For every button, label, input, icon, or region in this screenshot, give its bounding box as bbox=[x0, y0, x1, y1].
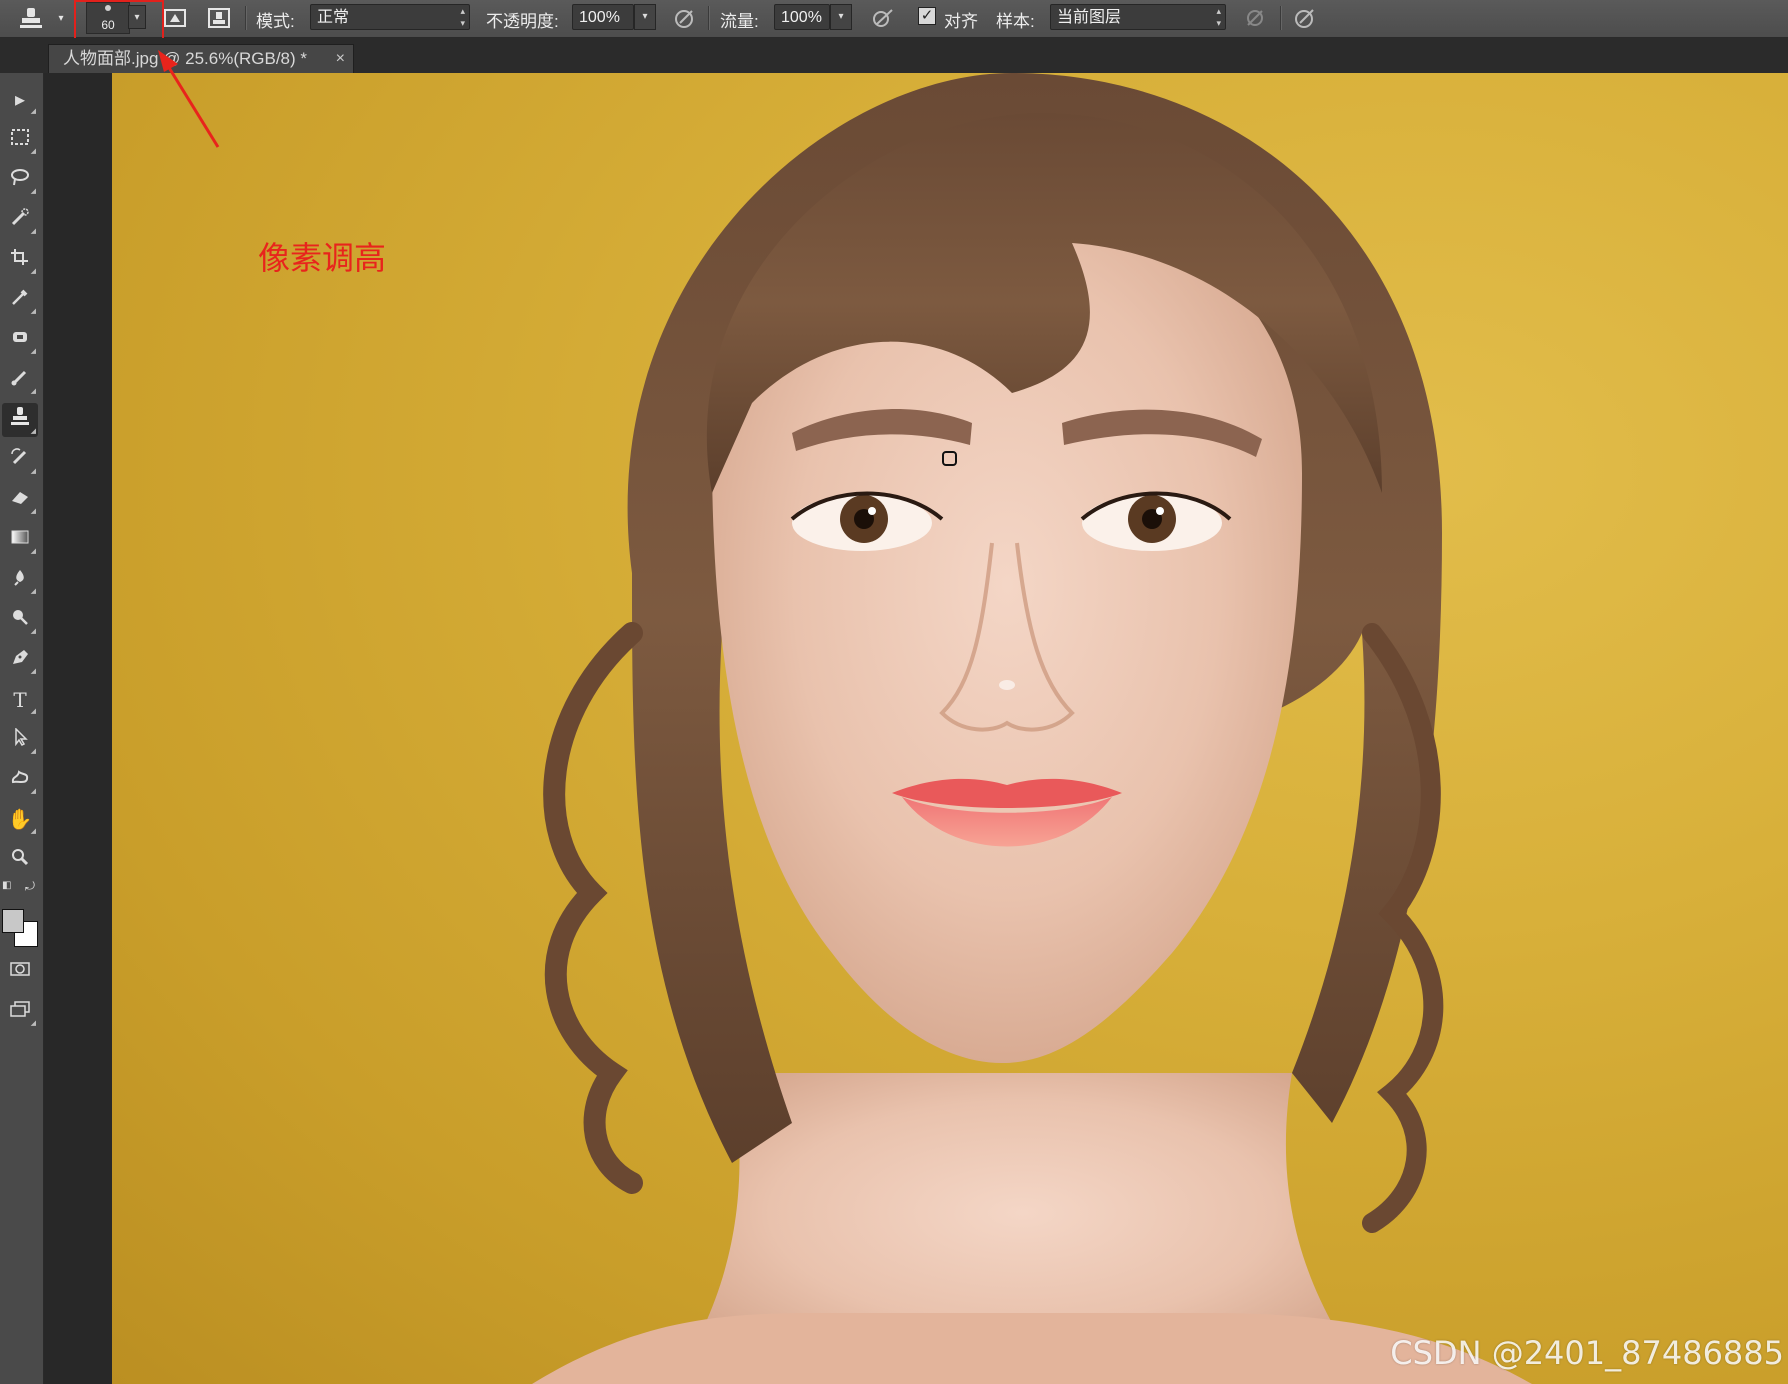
document-tab[interactable]: 人物面部.jpg @ 25.6%(RGB/8) * × bbox=[48, 44, 354, 73]
quick-selection-tool-icon[interactable]: ◢ bbox=[2, 203, 38, 237]
history-brush-tool-icon[interactable]: ◢ bbox=[2, 443, 38, 477]
mode-label: 模式: bbox=[256, 12, 295, 31]
sample-select-value: 当前图层 bbox=[1057, 9, 1122, 26]
gradient-tool-icon[interactable]: ◢ bbox=[2, 523, 38, 557]
lasso-tool-icon[interactable]: ◢ bbox=[2, 163, 38, 197]
path-selection-tool-icon[interactable]: ◢ bbox=[2, 723, 38, 757]
document-tab-title: 人物面部.jpg @ 25.6%(RGB/8) * bbox=[63, 49, 307, 68]
opacity-dropdown[interactable]: ▾ bbox=[634, 4, 656, 30]
select-arrows-icon: ▴ ▾ bbox=[1216, 6, 1221, 28]
mode-select[interactable]: 正常 ▴ ▾ bbox=[310, 4, 470, 30]
eyedropper-tool-icon[interactable]: ◢ bbox=[2, 283, 38, 317]
mode-select-value: 正常 bbox=[317, 9, 350, 26]
annotation-label: 像素调高 bbox=[258, 239, 387, 277]
opacity-label: 不透明度: bbox=[486, 12, 559, 31]
divider bbox=[1280, 6, 1282, 30]
ignore-adjustment-layers-icon[interactable] bbox=[1242, 6, 1268, 30]
dodge-tool-icon[interactable]: ◢ bbox=[2, 603, 38, 637]
brush-cursor-icon bbox=[942, 451, 957, 466]
foreground-color-swatch[interactable] bbox=[2, 909, 24, 933]
canvas-pasteboard bbox=[44, 73, 112, 1384]
close-icon[interactable]: × bbox=[336, 45, 345, 72]
options-bar: ▾ 60 ▾ 模式: 正常 ▴ ▾ 不透明度: 100% ▾ 流量: 100% ▾… bbox=[0, 0, 1788, 50]
swap-colors-icon[interactable]: ⤾ bbox=[20, 877, 40, 895]
divider bbox=[708, 6, 710, 30]
pressure-size-icon[interactable] bbox=[1292, 6, 1318, 30]
marquee-tool-icon[interactable]: ◢ bbox=[2, 123, 38, 157]
blur-tool-icon[interactable]: ◢ bbox=[2, 563, 38, 597]
move-tool-icon[interactable]: ▸ ◢ bbox=[2, 83, 38, 117]
clone-stamp-icon[interactable] bbox=[18, 6, 44, 30]
divider bbox=[245, 6, 247, 30]
toggle-brush-panel-icon[interactable] bbox=[162, 6, 188, 30]
tools-panel: ▸ ◢ ◢ ◢ ◢ ◢ ◢ ◢ ◢ ◢ ◢ ◢ ◢ ◢ ◢ ◢ T ◢ ◢ ◢ ✋ ◢… bbox=[0, 73, 44, 1384]
flow-label: 流量: bbox=[720, 12, 759, 31]
airbrush-icon[interactable] bbox=[870, 6, 898, 30]
aligned-checkbox[interactable]: ✓ bbox=[918, 7, 936, 25]
document-tab-bar: 人物面部.jpg @ 25.6%(RGB/8) * × bbox=[0, 38, 1788, 73]
document-canvas[interactable]: 像素调高 CSDN @2401_87486885 bbox=[112, 73, 1788, 1384]
custom-shape-tool-icon[interactable]: ◢ bbox=[2, 763, 38, 797]
tool-preset-dropdown-icon[interactable]: ▾ bbox=[56, 10, 66, 28]
screen-mode-icon[interactable]: ◢ bbox=[2, 995, 38, 1029]
watermark: CSDN @2401_87486885 bbox=[1390, 1334, 1784, 1372]
opacity-value: 100% bbox=[579, 9, 620, 26]
toggle-clone-source-panel-icon[interactable] bbox=[206, 6, 232, 30]
eraser-tool-icon[interactable]: ◢ bbox=[2, 483, 38, 517]
sample-select[interactable]: 当前图层 ▴ ▾ bbox=[1050, 4, 1226, 30]
opacity-input[interactable]: 100% bbox=[572, 4, 634, 30]
type-tool-icon[interactable]: T ◢ bbox=[2, 683, 38, 717]
hand-tool-icon[interactable]: ✋ ◢ bbox=[2, 803, 38, 837]
quick-mask-icon[interactable] bbox=[2, 955, 38, 989]
zoom-tool-icon[interactable] bbox=[2, 843, 38, 877]
crop-tool-icon[interactable]: ◢ bbox=[2, 243, 38, 277]
clone-stamp-tool-icon[interactable]: ◢ bbox=[2, 403, 38, 437]
spot-healing-tool-icon[interactable]: ◢ bbox=[2, 323, 38, 357]
flow-input[interactable]: 100% bbox=[774, 4, 830, 30]
aligned-label: 对齐 bbox=[944, 12, 978, 31]
sample-label: 样本: bbox=[996, 12, 1035, 31]
flow-dropdown[interactable]: ▾ bbox=[830, 4, 852, 30]
select-arrows-icon: ▴ ▾ bbox=[460, 6, 465, 28]
pen-tool-icon[interactable]: ◢ bbox=[2, 643, 38, 677]
pressure-opacity-icon[interactable] bbox=[672, 6, 698, 30]
flow-value: 100% bbox=[781, 9, 822, 26]
brush-tool-icon[interactable]: ◢ bbox=[2, 363, 38, 397]
